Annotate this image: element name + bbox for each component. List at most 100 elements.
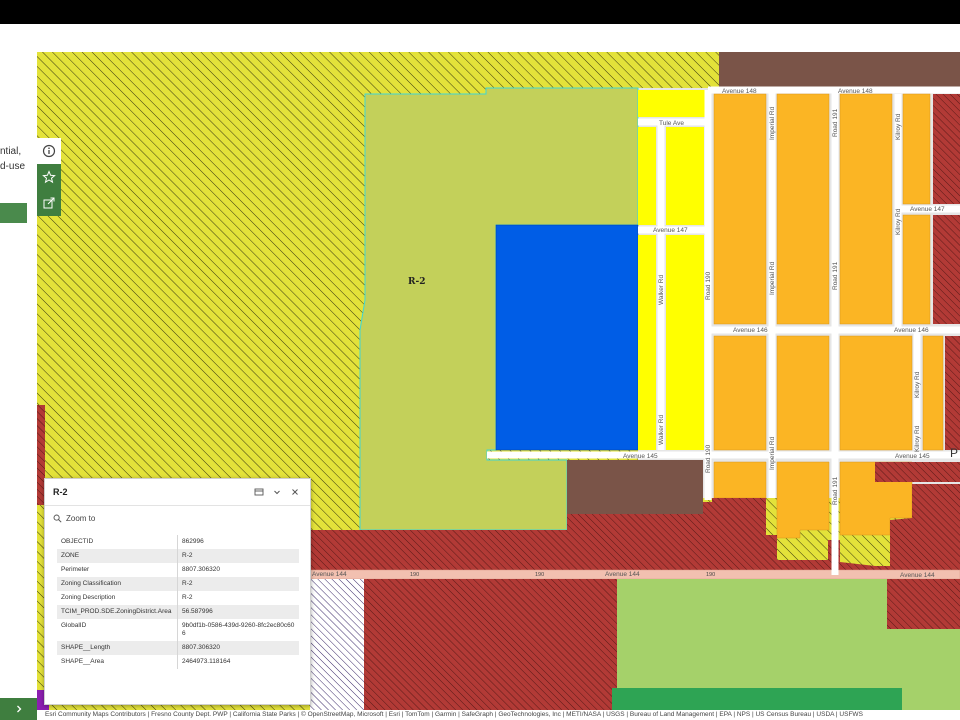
- share-button[interactable]: [37, 190, 61, 216]
- road-label-avenue-144-c: Avenue 144: [900, 572, 935, 579]
- road-label-road-190: Road 190: [705, 271, 712, 300]
- road-label-tule-ave: Tule Ave: [659, 120, 684, 127]
- star-icon: [42, 170, 56, 184]
- collapse-button[interactable]: [268, 483, 286, 501]
- attribute-key: TCIM_PROD.SDE.ZoningDistrict.Area: [57, 605, 178, 619]
- feature-popup: R-2 Zoom to OBJECTID 862996 ZONE R-2 Perim…: [44, 478, 311, 705]
- table-row: SHAPE__Area 2464973.118164: [57, 655, 299, 669]
- red-hatch-parcel[interactable]: [933, 215, 960, 324]
- orange-parcel[interactable]: [839, 93, 893, 325]
- chevron-right-icon: [16, 705, 21, 713]
- road-label-kilroy-rd-b: Kilroy Rd: [895, 208, 902, 235]
- close-icon: [292, 489, 298, 495]
- road-label-avenue-148-a: Avenue 148: [722, 88, 757, 95]
- cut-map-label: P: [950, 446, 958, 460]
- zone-label: R-2: [408, 277, 425, 287]
- road-label-road-190-b: Road 190: [705, 444, 712, 473]
- orange-parcel[interactable]: [922, 335, 944, 451]
- orange-parcel[interactable]: [902, 214, 931, 325]
- map-tool-strip: [37, 138, 61, 216]
- popup-header: R-2: [45, 479, 310, 505]
- red-hatch-parcel[interactable]: [945, 336, 960, 450]
- chevron-down-icon: [274, 490, 280, 495]
- orange-parcel[interactable]: [776, 93, 830, 325]
- road-label-kilroy-rd: Kilroy Rd: [895, 113, 902, 140]
- road-label-imperial-rd-c: Imperial Rd: [769, 436, 776, 470]
- table-row: Perimeter 8807.306320: [57, 563, 299, 577]
- attribute-value: R-2: [177, 549, 299, 563]
- map-attribution: Esri Community Maps Contributors | Fresn…: [37, 710, 960, 720]
- favorite-button[interactable]: [37, 164, 61, 190]
- road-label-walker-rd: Walker Rd: [658, 275, 665, 305]
- road-label-kilroy-rd-d: Kilroy Rd: [914, 425, 921, 452]
- road-label-road-191-b: Road 191: [832, 261, 839, 290]
- table-row: SHAPE__Length 8807.306320: [57, 641, 299, 655]
- attribute-value: 862996: [182, 538, 204, 545]
- attribute-key: Zoning Description: [57, 591, 178, 605]
- road-label-avenue-146-b: Avenue 146: [894, 327, 929, 334]
- brown-parcel-top[interactable]: [719, 52, 960, 88]
- road-label-kilroy-rd-c: Kilroy Rd: [914, 371, 921, 398]
- orange-parcel[interactable]: [776, 461, 830, 539]
- info-button[interactable]: [37, 138, 61, 164]
- yellow-parcel-4[interactable]: [638, 235, 656, 450]
- route-shield-190-c: 190: [706, 572, 715, 578]
- table-row: ZONE R-2: [57, 549, 299, 563]
- attribute-value: 2464973.118164: [182, 658, 231, 665]
- red-hatch-parcel[interactable]: [933, 94, 960, 204]
- zoom-to-button[interactable]: Zoom to: [45, 506, 310, 530]
- close-button[interactable]: [286, 483, 304, 501]
- table-row: Zoning Description R-2: [57, 591, 299, 605]
- yellow-parcel-5[interactable]: [666, 235, 704, 450]
- attribute-key: Perimeter: [57, 563, 178, 577]
- attribute-key: SHAPE__Length: [57, 641, 178, 655]
- road-label-avenue-144-b: Avenue 144: [605, 571, 640, 578]
- red-hatch-parcel[interactable]: [875, 462, 960, 482]
- yellow-parcel-3[interactable]: [666, 127, 704, 225]
- route-shield-190: 190: [410, 572, 419, 578]
- attribute-value: 8807.306320: [177, 641, 299, 655]
- attribute-value: 56.587996: [177, 605, 299, 619]
- road-label-avenue-147-b: Avenue 147: [910, 206, 945, 213]
- red-hatch-parcel-se[interactable]: [887, 579, 960, 629]
- attribute-key: ZONE: [57, 549, 178, 563]
- brown-parcel[interactable]: [567, 460, 703, 514]
- road-label-imperial-rd: Imperial Rd: [769, 106, 776, 140]
- popup-title: R-2: [53, 487, 68, 497]
- top-bar: [0, 0, 960, 24]
- red-hatch-parcel-south[interactable]: [364, 579, 617, 710]
- yellow-parcel-1[interactable]: [638, 90, 708, 117]
- road-label-avenue-145-b: Avenue 145: [895, 453, 930, 460]
- attribute-value: R-2: [182, 594, 193, 601]
- panel-action-button[interactable]: [0, 203, 27, 223]
- attribute-key: OBJECTID: [57, 535, 178, 549]
- road-label-avenue-145: Avenue 145: [623, 453, 658, 460]
- expand-panel-button[interactable]: [0, 698, 37, 720]
- attribute-value: R-2: [177, 577, 299, 591]
- table-row: Zoning Classification R-2: [57, 577, 299, 591]
- orange-parcel[interactable]: [839, 335, 913, 451]
- blue-parcel[interactable]: [495, 224, 639, 451]
- dark-green-parcel[interactable]: [612, 688, 902, 710]
- orange-parcel[interactable]: [776, 335, 830, 451]
- orange-parcel[interactable]: [713, 461, 767, 499]
- road-label-avenue-144: Avenue 144: [312, 571, 347, 578]
- light-green-parcel[interactable]: [617, 579, 887, 692]
- search-icon: [53, 514, 62, 523]
- road-label-road-191-c: Road 191: [832, 476, 839, 505]
- attribute-key: Zoning Classification: [57, 577, 178, 591]
- info-icon: [42, 144, 56, 158]
- table-row: OBJECTID 862996: [57, 535, 299, 549]
- panel-text-line-1: ntial,: [0, 146, 22, 157]
- purple-hatch-parcel[interactable]: [310, 579, 364, 710]
- yellow-parcel-2[interactable]: [638, 127, 656, 225]
- orange-parcel[interactable]: [713, 93, 767, 325]
- attribute-value: 8807.306320: [182, 566, 220, 573]
- dock-button[interactable]: [250, 483, 268, 501]
- attribute-key: SHAPE__Area: [57, 655, 178, 669]
- road-label-avenue-148-b: Avenue 148: [838, 88, 873, 95]
- road-label-avenue-146: Avenue 146: [733, 327, 768, 334]
- table-row: GlobalID 9b0df1b-0586-439d-9260-8fc2ec80c…: [57, 619, 299, 641]
- orange-parcel[interactable]: [713, 335, 767, 451]
- orange-parcel[interactable]: [902, 93, 931, 205]
